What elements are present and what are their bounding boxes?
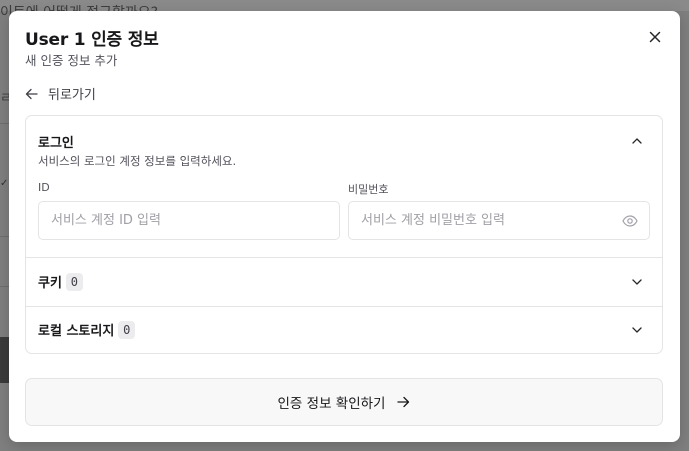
back-link-label: 뒤로가기 [48,88,96,103]
credentials-modal: User 1 인증 정보 새 인증 정보 추가 뒤로가기 로그인 서비스의 로그… [9,11,680,442]
cookie-section[interactable]: 쿠키 0 [26,258,662,306]
arrow-left-icon [25,88,38,99]
local-storage-section-header[interactable]: 로컬 스토리지 0 [38,320,136,339]
close-icon [649,31,661,43]
login-section-header[interactable]: 로그인 [38,132,74,151]
credentials-accordion: 로그인 서비스의 로그인 계정 정보를 입력하세요. ID 비밀번호 [25,115,663,354]
background-divider [0,286,9,287]
login-section-title: 로그인 [38,136,74,151]
id-input[interactable] [38,201,340,240]
local-storage-expand-button[interactable] [629,322,645,338]
cookie-section-header[interactable]: 쿠키 0 [38,272,83,291]
close-button[interactable] [645,27,665,47]
cookie-count-badge: 0 [65,272,83,291]
password-input[interactable] [348,201,650,240]
background-divider [0,123,9,124]
password-field-label: 비밀번호 [348,183,389,196]
local-storage-section-title: 로컬 스토리지 [38,324,115,339]
login-section: 로그인 서비스의 로그인 계정 정보를 입력하세요. ID 비밀번호 [26,116,662,257]
background-divider [0,236,9,237]
back-link[interactable]: 뒤로가기 [25,84,96,103]
login-section-description: 서비스의 로그인 계정 정보를 입력하세요. [38,154,237,168]
chevron-up-icon [632,138,642,144]
show-password-button[interactable] [622,213,638,229]
confirm-credentials-button[interactable]: 인증 정보 확인하기 [25,378,663,426]
confirm-button-label: 인증 정보 확인하기 [277,396,386,412]
cookie-expand-button[interactable] [629,274,645,290]
local-storage-section[interactable]: 로컬 스토리지 0 [26,307,662,353]
chevron-down-icon [632,327,642,333]
background-check-icon: ✓ [0,178,9,189]
arrow-right-icon [397,396,410,408]
local-storage-count-badge: 0 [118,320,136,339]
chevron-down-icon [632,279,642,285]
id-field-label: ID [38,181,50,194]
background-dark-block [0,337,9,383]
cookie-section-title: 쿠키 [38,276,62,291]
modal-subtitle: 새 인증 정보 추가 [25,53,118,68]
eye-icon [622,215,638,227]
login-collapse-button[interactable] [629,133,645,149]
modal-title: User 1 인증 정보 [25,30,159,50]
